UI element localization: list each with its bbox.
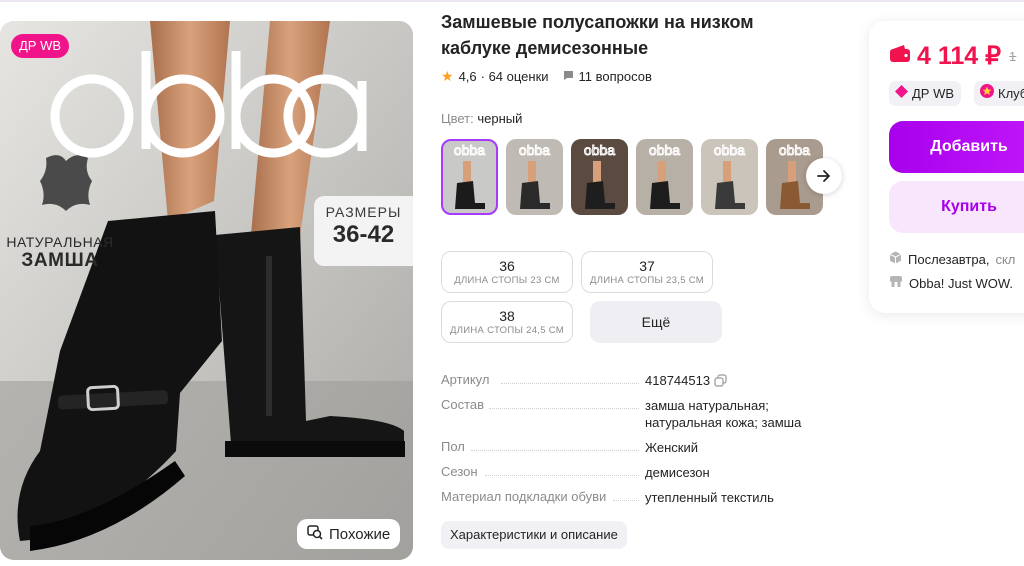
question-icon (563, 69, 574, 84)
color-line: Цвет: черный (441, 111, 522, 126)
svg-text:obba: obba (454, 142, 485, 158)
buy-now-button[interactable]: Купить (889, 181, 1024, 233)
club-star-icon (980, 81, 994, 106)
spec-key: Состав (441, 397, 485, 412)
product-main-image[interactable]: ДР WB НАТУРАЛЬНАЯ ЗАМША РАЗМЕРЫ 36-42 По… (0, 21, 413, 560)
spec-value: замша натуральная; натуральная кожа; зам… (645, 398, 802, 430)
size-number: 38 (499, 308, 515, 324)
shop-icon (889, 275, 903, 291)
svg-text:obba: obba (584, 142, 615, 158)
similar-label: Похожие (329, 525, 391, 543)
color-thumbnail[interactable]: obba (506, 139, 563, 215)
thumbnail-image: obba (441, 139, 498, 215)
more-sizes-button[interactable]: Ещё (590, 301, 722, 343)
thumbnail-image: obba (571, 139, 628, 215)
svg-text:obba: obba (649, 142, 680, 158)
spec-key: Артикул (441, 372, 490, 387)
sizes-card: РАЗМЕРЫ 36-42 (314, 196, 413, 266)
diamond-icon (895, 81, 908, 106)
spec-key: Пол (441, 439, 465, 454)
rating-row[interactable]: ★ 4,6 · 64 оценки 11 вопросов (441, 68, 652, 85)
arrow-right-icon (817, 170, 830, 182)
spec-value: демисезон (645, 465, 710, 480)
seller-info[interactable]: Obba! Just WOW. (889, 275, 1013, 291)
size-foot-length: ДЛИНА СТОПЫ 24,5 СМ (449, 325, 565, 336)
buy-panel: 4 114 ₽ 1 ДР WB Клуб Добавить Купить Пос… (869, 21, 1024, 313)
add-to-cart-button[interactable]: Добавить (889, 121, 1024, 173)
seller-name[interactable]: Obba! Just WOW. (909, 276, 1013, 291)
size-option-36[interactable]: 36 ДЛИНА СТОПЫ 23 СМ (441, 251, 573, 293)
similar-search-icon (307, 524, 323, 544)
color-value: черный (477, 111, 523, 126)
color-thumbnail[interactable]: obba (441, 139, 498, 215)
color-label: Цвет: (441, 111, 474, 126)
top-divider (0, 0, 1024, 2)
spec-key: Материал подкладки обуви (441, 489, 607, 504)
thumbnail-image: obba (636, 139, 693, 215)
sizes-word: РАЗМЕРЫ (325, 204, 402, 220)
size-number: 37 (639, 258, 655, 274)
copy-icon[interactable] (714, 374, 727, 391)
promo-chip-drwb[interactable]: ДР WB (889, 81, 962, 106)
color-thumbnails: obba obba obba obba obba obba (441, 139, 823, 215)
spec-dots (489, 408, 639, 409)
spec-dots (485, 475, 639, 476)
specs-description-button[interactable]: Характеристики и описание (441, 521, 627, 549)
thumbnail-image: obba (506, 139, 563, 215)
size-foot-length: ДЛИНА СТОПЫ 23,5 СМ (589, 275, 705, 286)
material-label-natural: НАТУРАЛЬНАЯ (6, 234, 114, 250)
current-price: 4 114 ₽ (917, 42, 1002, 70)
boots-photo (0, 21, 413, 560)
price-row: 4 114 ₽ 1 (889, 41, 1016, 71)
thumbnails-next-button[interactable] (806, 158, 842, 194)
delivery-warehouse: скл (995, 251, 1016, 267)
similar-button[interactable]: Похожие (297, 519, 401, 549)
size-option-37[interactable]: 37 ДЛИНА СТОПЫ 23,5 СМ (581, 251, 713, 293)
size-foot-length: ДЛИНА СТОПЫ 23 СМ (454, 275, 560, 286)
sizes-range: 36-42 (332, 221, 395, 248)
svg-text:obba: obba (779, 142, 810, 158)
box-icon (889, 251, 902, 267)
product-title: Замшевые полусапожки на низком каблуке д… (441, 12, 754, 58)
article-number: 418744513 (645, 373, 711, 388)
size-number: 36 (499, 258, 515, 274)
club-chip[interactable]: Клуб (974, 81, 1024, 106)
chip-label: ДР WB (912, 86, 955, 101)
spec-value: 418744513 (645, 372, 815, 391)
svg-text:obba: obba (714, 142, 745, 158)
old-price: 1 (1009, 48, 1017, 64)
thumbnail-image: obba (701, 139, 758, 215)
rating-value: 4,6 (458, 69, 477, 84)
questions-count[interactable]: 11 вопросов (579, 69, 652, 84)
size-option-38[interactable]: 38 ДЛИНА СТОПЫ 24,5 СМ (441, 301, 573, 343)
color-thumbnail[interactable]: obba (636, 139, 693, 215)
promo-badge: ДР WB (11, 34, 70, 58)
spec-value: утепленный текстиль (645, 490, 774, 505)
star-icon: ★ (441, 68, 454, 84)
spec-value: Женский (645, 440, 698, 455)
reviews-count[interactable]: · 64 оценки (481, 69, 549, 84)
delivery-info: Послезавтра, скл (889, 251, 1015, 267)
material-label-suede: ЗАМША (21, 250, 99, 271)
spec-dots (471, 450, 639, 451)
spec-key: Сезон (441, 464, 478, 479)
spec-dots (501, 383, 639, 384)
svg-text:obba: obba (519, 142, 550, 158)
color-thumbnail[interactable]: obba (701, 139, 758, 215)
delivery-date: Послезавтра, (908, 251, 990, 267)
wallet-icon (889, 44, 911, 68)
chip-label: Клуб (998, 86, 1024, 101)
color-thumbnail[interactable]: obba (571, 139, 628, 215)
spec-dots (613, 500, 639, 501)
